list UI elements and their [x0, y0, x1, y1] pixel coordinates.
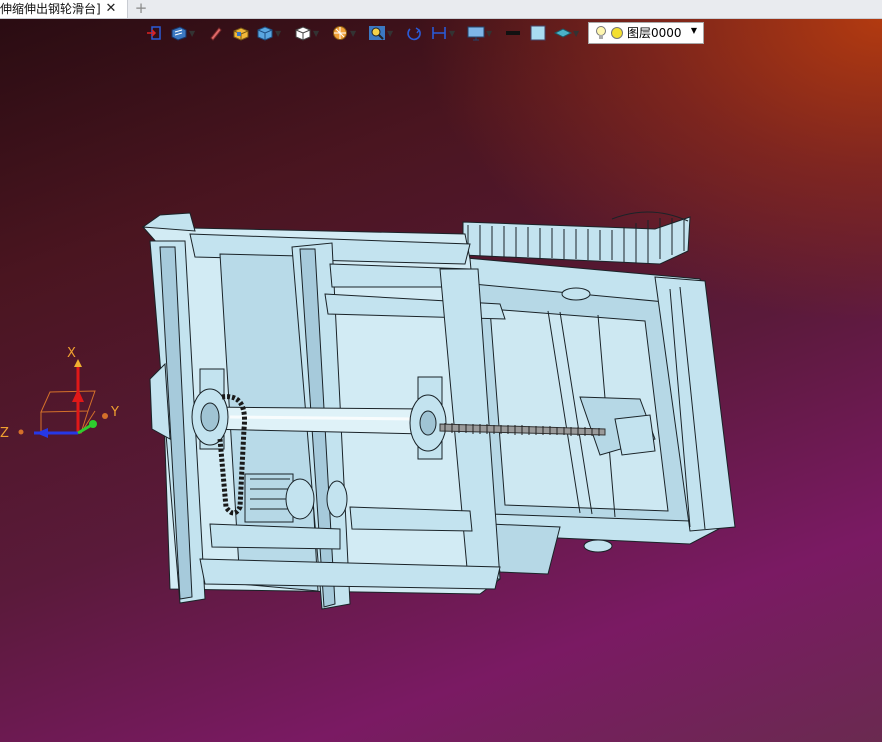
3d-viewport[interactable]: ▼ ▼ ▼ ▼ ▼ ▼ ▼ ▼ 图层0000 ▼ X Y Z — [0, 19, 882, 742]
document-tab-title: 伸缩伸出钢轮滑台] — [0, 2, 101, 16]
y-axis-label: Y — [110, 405, 119, 420]
model-view: X Y Z — [0, 211, 736, 610]
tab-bar: 伸缩伸出钢轮滑台] ✕ + — [0, 0, 882, 19]
new-tab-button[interactable]: + — [134, 0, 148, 17]
assembly-model[interactable] — [141, 211, 736, 610]
document-tab[interactable]: 伸缩伸出钢轮滑台] ✕ — [0, 0, 128, 18]
x-axis-label: X — [67, 346, 76, 361]
triad: X Y Z — [0, 346, 119, 441]
close-icon[interactable]: ✕ — [104, 0, 118, 18]
z-axis-label: Z — [0, 426, 9, 441]
cable-chain — [462, 211, 691, 265]
